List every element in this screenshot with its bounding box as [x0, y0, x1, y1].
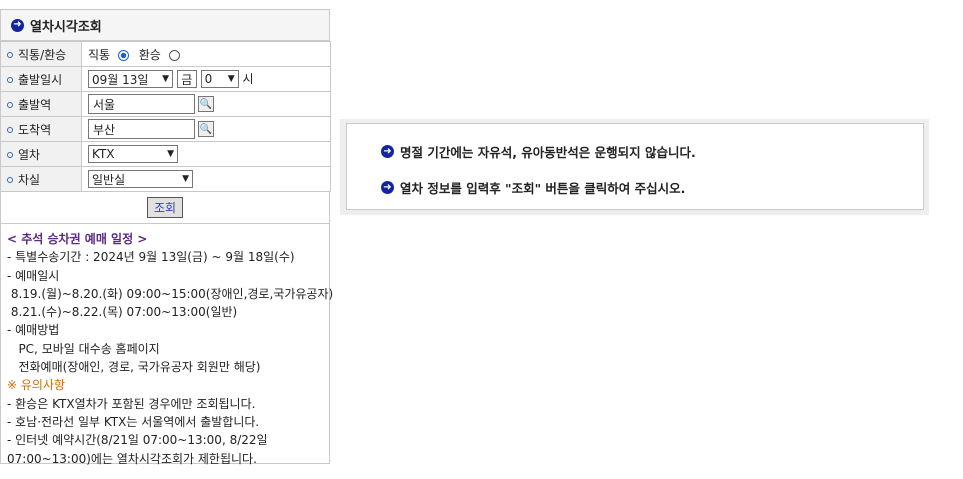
notice-line: 전화예매(장애인, 경로, 국가유공자 회원만 해당)	[7, 360, 261, 375]
origin-fields: 서울 🔍	[81, 91, 331, 117]
bullet-icon	[7, 102, 13, 108]
row-departure: 출발일시 09월 13일 ▼ 금 0 ▼ 시	[0, 66, 331, 92]
origin-label: 출발역	[0, 91, 82, 117]
notice-line: - 특별수송기간 : 2024년 9월 13일(금) ~ 9월 18일(수)	[7, 250, 295, 265]
notice-heading: < 추석 승차권 예매 일정 >	[7, 232, 148, 246]
notice-line: 07:00~13:00)에는 열차시각조회가 제한됩니다.	[7, 451, 257, 466]
message-line-1: ➜ 명절 기간에는 자유석, 유아동반석은 운행되지 않습니다.	[381, 142, 696, 161]
arrow-right-icon: ➜	[381, 181, 394, 194]
weekday-display: 금	[176, 70, 197, 89]
notice-line: - 예매일시	[7, 268, 60, 283]
direct-radio[interactable]	[117, 49, 129, 61]
message-panel: ➜ 명절 기간에는 자유석, 유아동반석은 운행되지 않습니다. ➜ 열차 정보…	[340, 119, 929, 215]
transfer-radio[interactable]	[168, 49, 180, 61]
search-button[interactable]: 조회	[146, 197, 184, 218]
hour-select[interactable]: 0 ▼	[200, 70, 239, 89]
origin-label-text: 출발역	[18, 97, 52, 112]
destination-label-text: 도착역	[18, 122, 52, 137]
train-select-value: KTX	[92, 147, 115, 161]
search-form: 직통/환승 직통 환승 출발일시 09월 13일 ▼ 금 0 ▼ 시 출발역 서울 🔍	[0, 41, 331, 192]
row-route-type: 직통/환승 직통 환승	[0, 41, 331, 67]
chevron-down-icon: ▼	[167, 149, 174, 159]
arrow-right-icon: ➜	[11, 18, 24, 32]
departure-label: 출발일시	[0, 66, 82, 92]
row-destination: 도착역 부산 🔍	[0, 116, 331, 142]
notice-line: 8.21.(수)~8.22.(목) 07:00~13:00(일반)	[7, 305, 238, 320]
seat-label: 차실	[0, 166, 82, 192]
destination-fields: 부산 🔍	[81, 116, 331, 142]
train-select[interactable]: KTX ▼	[88, 145, 178, 163]
bullet-icon	[7, 127, 13, 133]
notice-line: - 호남·전라선 일부 KTX는 서울역에서 출발합니다.	[7, 414, 260, 429]
hour-select-value: 0	[204, 72, 213, 87]
notice-line: - 환승은 KTX열차가 포함된 경우에만 조회됩니다.	[7, 396, 256, 411]
arrow-right-icon: ➜	[381, 145, 394, 158]
notice-box: < 추석 승차권 예매 일정 > - 특별수송기간 : 2024년 9월 13일…	[0, 224, 334, 466]
panel-title: ➜ 열차시각조회	[0, 9, 330, 41]
hour-unit: 시	[242, 71, 254, 86]
route-type-options: 직통 환승	[81, 41, 331, 67]
row-origin: 출발역 서울 🔍	[0, 91, 331, 117]
train-label-text: 열차	[18, 147, 41, 162]
message-box: ➜ 명절 기간에는 자유석, 유아동반석은 운행되지 않습니다. ➜ 열차 정보…	[346, 123, 924, 210]
row-seat: 차실 일반실 ▼	[0, 166, 331, 192]
destination-label: 도착역	[0, 116, 82, 142]
origin-input[interactable]: 서울	[88, 94, 195, 114]
search-icon[interactable]: 🔍	[198, 96, 214, 112]
message-text: 열차 정보를 입력후 "조회" 버튼을 클릭하여 주십시오.	[400, 181, 686, 196]
date-select[interactable]: 09월 13일 ▼	[88, 70, 173, 89]
notice-line: PC, 모바일 대수송 홈페이지	[7, 341, 160, 356]
search-icon[interactable]: 🔍	[198, 121, 214, 137]
message-text: 명절 기간에는 자유석, 유아동반석은 운행되지 않습니다.	[400, 145, 696, 160]
notice-line: - 인터넷 예약시간(8/21일 07:00~13:00, 8/22일	[7, 433, 268, 448]
transfer-label: 환승	[138, 47, 161, 62]
route-type-label-text: 직통/환승	[18, 47, 67, 62]
button-row: 조회	[0, 192, 330, 224]
seat-fields: 일반실 ▼	[81, 166, 331, 192]
notice-line: - 예매방법	[7, 323, 60, 338]
notice-line: 8.19.(월)~8.20.(화) 09:00~15:00(장애인,경로,국가유…	[7, 286, 334, 301]
chevron-down-icon: ▼	[182, 174, 189, 184]
weekday-value: 금	[181, 72, 193, 87]
train-timetable-panel: ➜ 열차시각조회 직통/환승 직통 환승 출발일시 09월 13일 ▼ 금 0 ▼ …	[0, 9, 334, 466]
seat-select[interactable]: 일반실 ▼	[88, 170, 193, 188]
chevron-down-icon: ▼	[162, 74, 169, 85]
destination-input[interactable]: 부산	[88, 119, 195, 139]
date-select-value: 09월 13일	[92, 72, 149, 87]
departure-label-text: 출발일시	[18, 72, 63, 87]
train-fields: KTX ▼	[81, 141, 331, 167]
row-train: 열차 KTX ▼	[0, 141, 331, 167]
panel-title-text: 열차시각조회	[30, 19, 102, 35]
bullet-icon	[7, 52, 13, 58]
bullet-icon	[7, 152, 13, 158]
bullet-icon	[7, 177, 13, 183]
notice-warning: ※ 유의사항	[7, 378, 66, 393]
route-type-label: 직통/환승	[0, 41, 82, 67]
seat-select-value: 일반실	[92, 172, 126, 187]
seat-label-text: 차실	[18, 172, 41, 187]
message-line-2: ➜ 열차 정보를 입력후 "조회" 버튼을 클릭하여 주십시오.	[381, 178, 685, 197]
train-label: 열차	[0, 141, 82, 167]
direct-label: 직통	[88, 47, 111, 62]
departure-fields: 09월 13일 ▼ 금 0 ▼ 시	[81, 66, 331, 92]
bullet-icon	[7, 77, 13, 83]
chevron-down-icon: ▼	[227, 74, 235, 85]
